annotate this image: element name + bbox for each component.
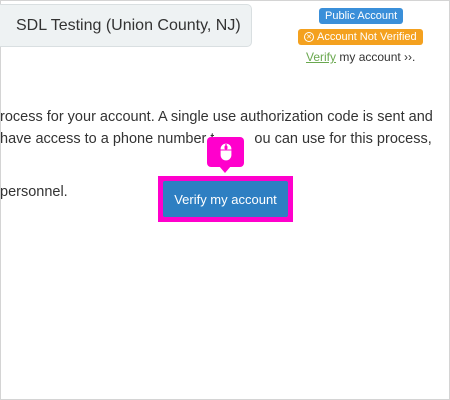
x-circle-icon: ✕ [304, 32, 314, 42]
instructions-line-2a: have access to a phone number t [0, 131, 215, 147]
tooltip-arrow [219, 166, 231, 173]
mouse-icon [218, 142, 233, 162]
verify-link[interactable]: Verify [306, 50, 336, 64]
verify-line-rest: my account ››. [339, 50, 416, 64]
account-not-verified-badge: ✕ Account Not Verified [298, 29, 423, 45]
verify-my-account-button[interactable]: Verify my account [163, 181, 288, 217]
unverified-badge-label: Account Not Verified [317, 31, 417, 43]
instructions-line-3: personnel. [0, 184, 68, 200]
instructions-line-2b: ou can use for this process, [254, 131, 432, 147]
account-name: SDL Testing (Union County, NJ) [16, 16, 241, 34]
public-account-badge: Public Account [319, 8, 404, 24]
instructions-line-1: rocess for your account. A single use au… [0, 109, 433, 125]
click-hint-tooltip [207, 137, 244, 167]
account-name-box: SDL Testing (Union County, NJ) [0, 4, 252, 47]
verify-account-line: Verify my account ››. [306, 50, 415, 64]
